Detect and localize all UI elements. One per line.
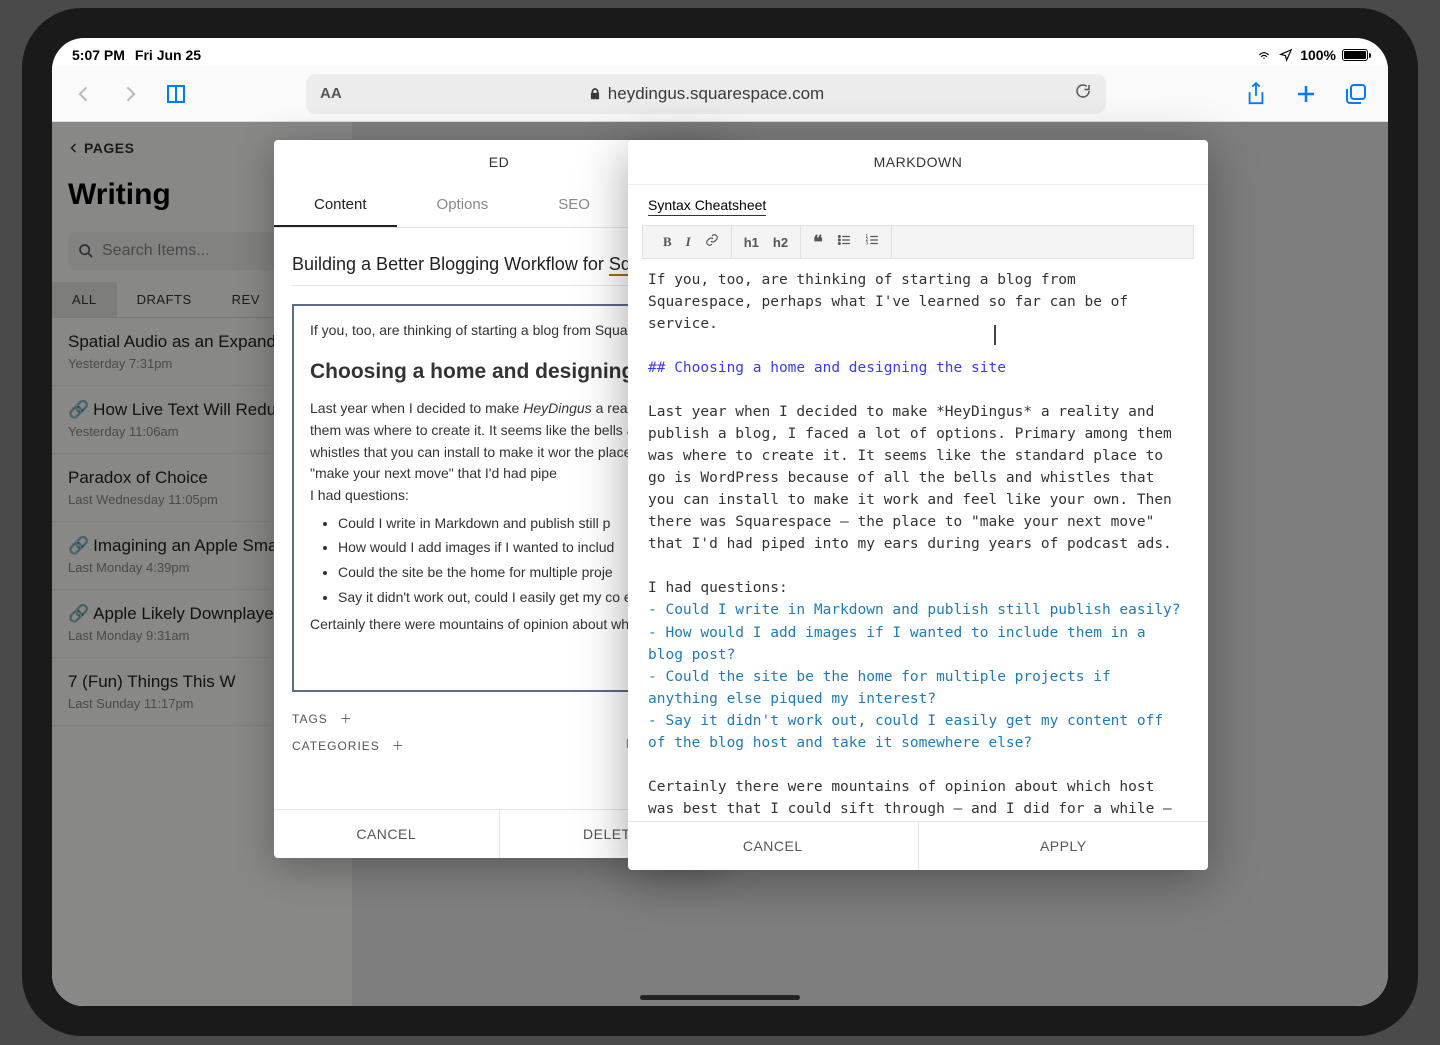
url-text: heydingus.squarespace.com	[608, 84, 824, 104]
status-bar: 5:07 PM Fri Jun 25 100%	[52, 38, 1388, 66]
ol-button[interactable]: 123	[865, 233, 879, 251]
reader-aa-button[interactable]: AA	[320, 85, 342, 102]
syntax-cheatsheet-link[interactable]: Syntax Cheatsheet	[648, 197, 766, 216]
quote-button[interactable]: ❝	[813, 232, 823, 253]
markdown-editor[interactable]: If you, too, are thinking of starting a …	[642, 259, 1194, 821]
md-apply-button[interactable]: APPLY	[919, 822, 1209, 870]
battery-percent: 100%	[1300, 47, 1336, 63]
address-bar[interactable]: AA heydingus.squarespace.com	[306, 74, 1106, 114]
add-category-button[interactable]: ＋	[392, 737, 405, 754]
italic-button[interactable]: I	[686, 234, 691, 250]
link-button[interactable]	[705, 233, 719, 251]
ul-button[interactable]	[837, 233, 851, 251]
add-tag-button[interactable]: ＋	[340, 710, 353, 727]
share-button[interactable]	[1240, 78, 1272, 110]
new-tab-button[interactable]	[1290, 78, 1322, 110]
tab-seo[interactable]: SEO	[518, 184, 620, 227]
safari-toolbar: AA heydingus.squarespace.com	[52, 66, 1388, 122]
wifi-icon	[1256, 48, 1272, 62]
tab-content[interactable]: Content	[274, 184, 397, 227]
md-cancel-button[interactable]: CANCEL	[628, 822, 919, 870]
cancel-button[interactable]: CANCEL	[274, 810, 499, 858]
markdown-modal: MARKDOWN Syntax Cheatsheet B I h1 h2 ❝	[628, 140, 1208, 870]
bookmarks-button[interactable]	[160, 78, 192, 110]
location-icon	[1278, 48, 1294, 62]
battery-icon	[1342, 49, 1368, 61]
status-date: Fri Jun 25	[135, 47, 201, 63]
h2-button[interactable]: h2	[773, 235, 788, 250]
text-cursor	[994, 325, 996, 345]
svg-text:3: 3	[865, 242, 868, 247]
categories-label: CATEGORIES	[292, 739, 380, 753]
forward-button[interactable]	[114, 78, 146, 110]
back-button[interactable]	[68, 78, 100, 110]
reload-button[interactable]	[1074, 82, 1092, 105]
lock-icon	[588, 87, 602, 101]
bold-button[interactable]: B	[663, 234, 672, 250]
home-indicator[interactable]	[640, 995, 800, 1000]
markdown-modal-title: MARKDOWN	[628, 140, 1208, 185]
tabs-button[interactable]	[1340, 78, 1372, 110]
tags-label: TAGS	[292, 712, 328, 726]
tab-options[interactable]: Options	[397, 184, 519, 227]
markdown-toolbar: B I h1 h2 ❝ 123	[642, 225, 1194, 259]
h1-button[interactable]: h1	[744, 235, 759, 250]
status-time: 5:07 PM	[72, 47, 125, 63]
